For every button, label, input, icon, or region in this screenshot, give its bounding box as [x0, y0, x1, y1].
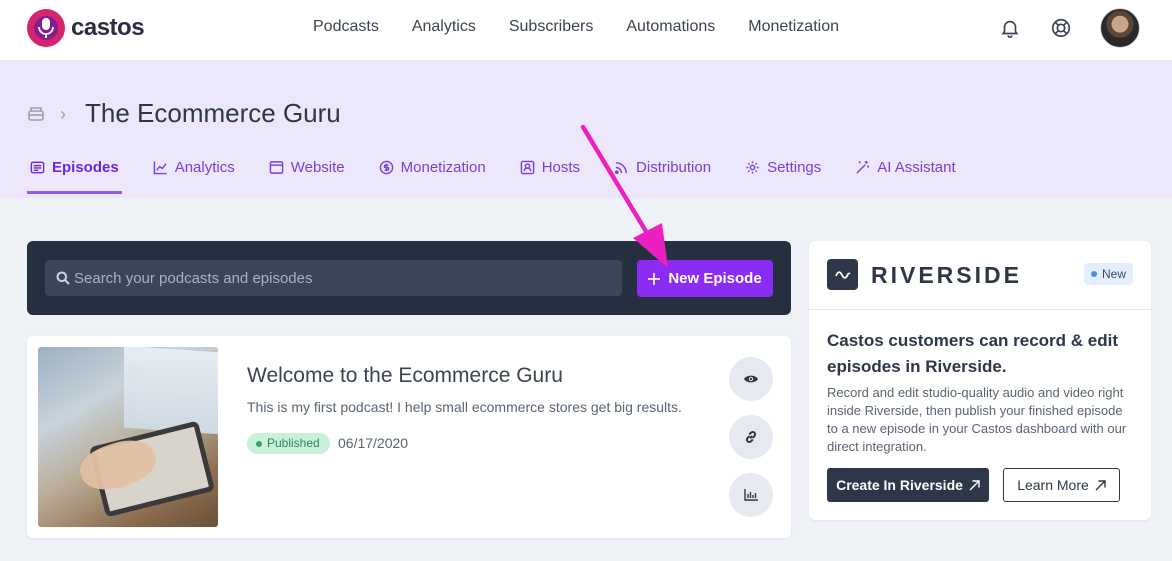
magic-wand-icon [856, 160, 870, 174]
episode-card[interactable]: Welcome to the Ecommerce Guru This is my… [27, 336, 791, 538]
episode-date: 06/17/2020 [338, 435, 409, 451]
episode-description: This is my first podcast! I help small e… [247, 399, 682, 415]
search-icon [56, 271, 70, 285]
tab-label: Monetization [400, 159, 486, 176]
external-arrow-icon [969, 479, 980, 490]
tab-label: Analytics [174, 159, 235, 176]
brand-name: castos [71, 14, 145, 41]
create-in-riverside-button[interactable]: Create In Riverside [827, 468, 989, 502]
riverside-promo-panel: RIVERSIDE New Castos customers can recor… [809, 241, 1151, 520]
tab-label: Distribution [636, 159, 712, 176]
user-avatar[interactable] [1100, 8, 1140, 48]
list-icon [30, 161, 45, 174]
nav-podcasts[interactable]: Podcasts [313, 18, 379, 36]
external-arrow-icon [1095, 479, 1106, 490]
episode-stats-button[interactable] [729, 473, 773, 517]
main-nav: Podcasts Analytics Subscribers Automatio… [313, 18, 839, 36]
nav-automations[interactable]: Automations [626, 18, 715, 36]
button-label: Create In Riverside [836, 477, 963, 493]
riverside-name: RIVERSIDE [871, 262, 1022, 288]
archive-box-icon[interactable] [27, 104, 45, 122]
nav-subscribers[interactable]: Subscribers [509, 18, 593, 36]
castos-logo[interactable]: castos [27, 9, 145, 47]
waveform-icon [834, 270, 850, 279]
button-label: Learn More [1017, 477, 1089, 493]
chevron-right-icon: › [60, 104, 66, 124]
podcast-header: › The Ecommerce Guru Episodes Analytics … [0, 61, 1172, 198]
new-badge: New [1084, 263, 1134, 285]
tab-label: Episodes [52, 159, 119, 176]
episode-thumbnail[interactable] [38, 347, 218, 527]
promo-body: Record and edit studio-quality audio and… [827, 385, 1127, 454]
link-icon [745, 431, 757, 443]
tab-label: Settings [767, 159, 822, 176]
dollar-circle-icon [379, 160, 393, 175]
tab-episodes[interactable]: Episodes [27, 159, 122, 194]
search-input[interactable] [45, 260, 622, 296]
gear-icon [746, 161, 759, 174]
preview-button[interactable] [729, 357, 773, 401]
tab-website[interactable]: Website [266, 159, 348, 194]
rss-icon [615, 162, 627, 175]
tab-ai-assistant[interactable]: AI Assistant [852, 159, 958, 194]
bell-icon[interactable] [999, 17, 1021, 39]
tab-label: AI Assistant [877, 159, 956, 176]
tab-distribution[interactable]: Distribution [611, 159, 714, 194]
browser-window-icon [269, 161, 284, 174]
episode-title[interactable]: Welcome to the Ecommerce Guru [247, 364, 563, 388]
status-badge: Published [247, 433, 330, 454]
line-chart-icon [153, 161, 167, 175]
riverside-logo [827, 259, 858, 290]
tab-label: Website [290, 159, 345, 176]
promo-headline: Castos customers can record & edit episo… [827, 331, 1118, 376]
copy-link-button[interactable] [729, 415, 773, 459]
divider [809, 309, 1151, 310]
top-navbar: castos Podcasts Analytics Subscribers Au… [0, 0, 1172, 61]
new-episode-button[interactable]: New Episode [637, 260, 773, 297]
tab-hosts[interactable]: Hosts [517, 159, 583, 194]
page-title: The Ecommerce Guru [85, 98, 341, 128]
learn-more-button[interactable]: Learn More [1003, 468, 1120, 502]
plus-icon [648, 272, 661, 285]
help-lifebuoy-icon[interactable] [1050, 17, 1072, 39]
podcast-tabs: Episodes Analytics Website Monetization … [27, 159, 987, 194]
tab-monetization[interactable]: Monetization [376, 159, 489, 194]
microphone-icon [27, 9, 65, 47]
chart-icon [744, 489, 758, 501]
new-episode-label: New Episode [668, 270, 762, 287]
tab-analytics[interactable]: Analytics [150, 159, 238, 194]
episode-search-bar: New Episode [27, 241, 791, 315]
nav-monetization[interactable]: Monetization [748, 18, 839, 36]
tab-settings[interactable]: Settings [742, 159, 824, 194]
eye-icon [744, 375, 758, 383]
nav-analytics[interactable]: Analytics [412, 18, 476, 36]
user-card-icon [520, 160, 534, 175]
tab-label: Hosts [541, 159, 581, 176]
